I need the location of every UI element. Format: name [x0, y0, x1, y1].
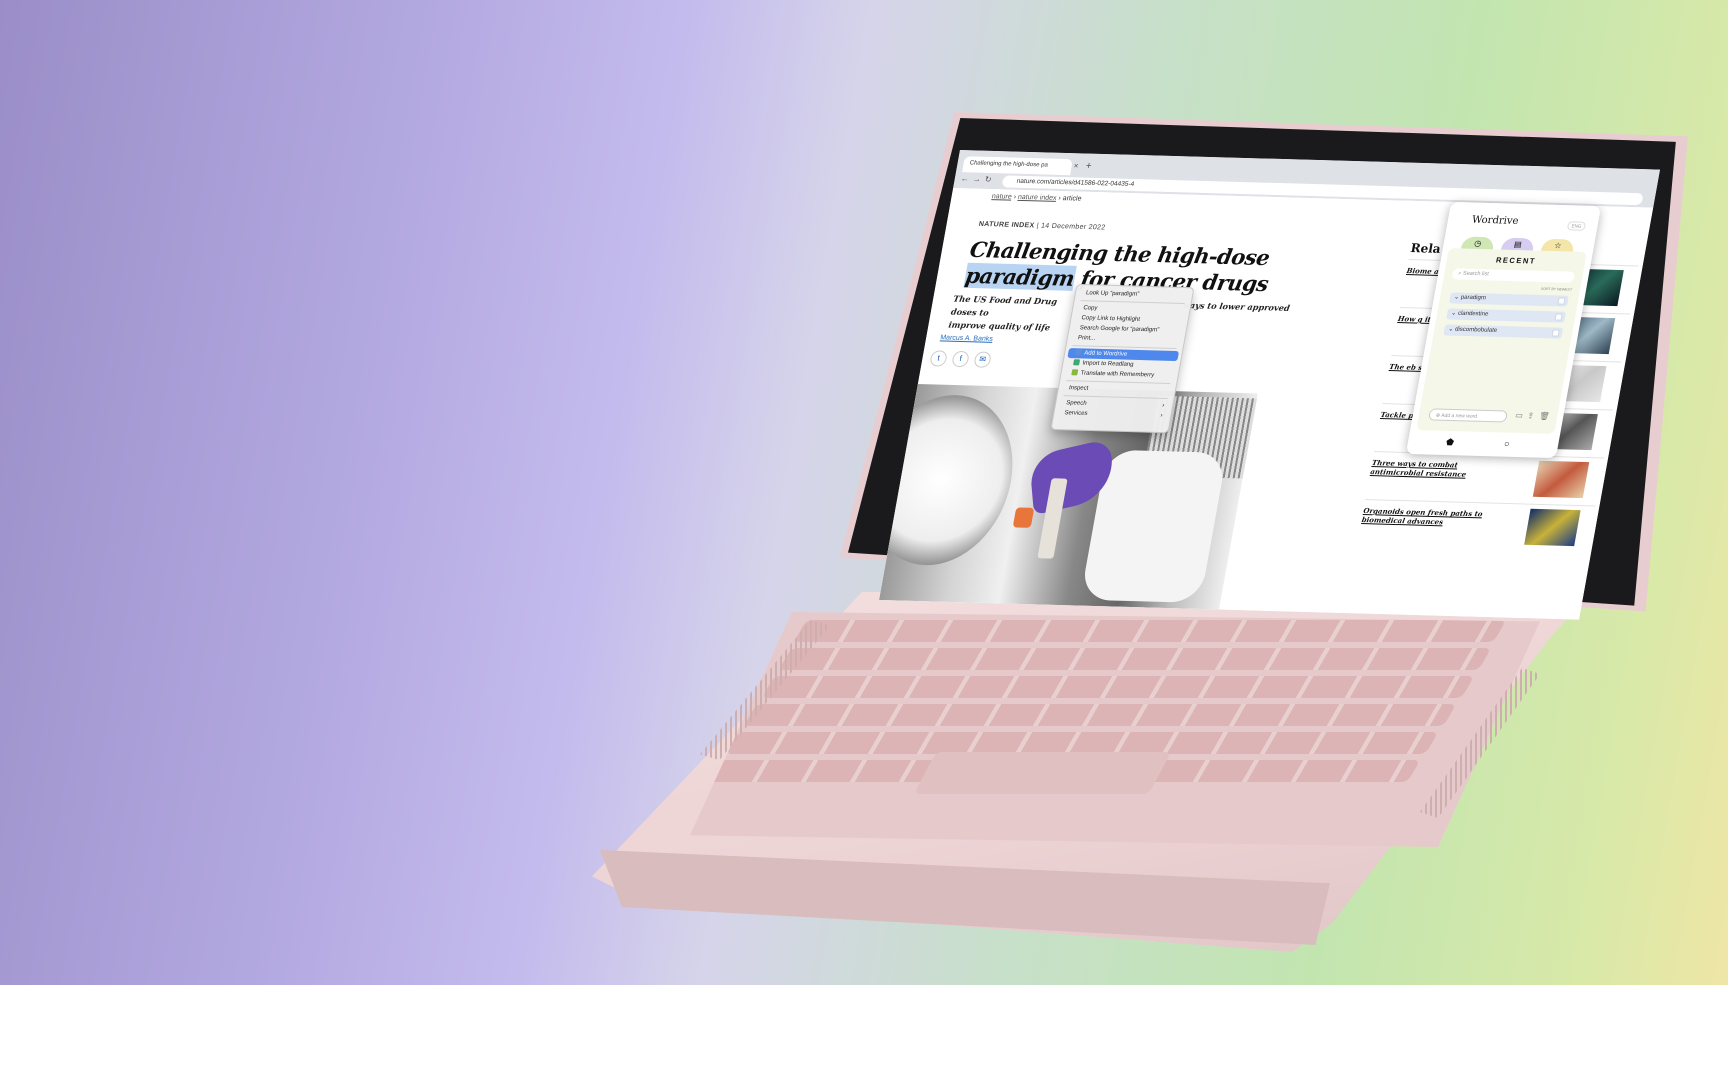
- reload-icon[interactable]: ↻: [984, 175, 992, 184]
- keyboard-row: [743, 704, 1457, 726]
- close-tab-icon[interactable]: ×: [1073, 161, 1079, 170]
- checkbox[interactable]: [1554, 313, 1563, 321]
- word-label: paradigm: [1460, 294, 1487, 302]
- author-link[interactable]: Marcus A. Banks: [940, 334, 994, 342]
- breadcrumb-separator: ›: [1012, 193, 1017, 201]
- add-word-placeholder: Add a new word: [1440, 412, 1478, 420]
- standfirst-text: The US Food and Drug: [952, 293, 1059, 307]
- list-item[interactable]: ⌄ discombobulate: [1443, 324, 1564, 339]
- related-item[interactable]: Three ways to combat antimicrobial resis…: [1365, 451, 1605, 506]
- menu-item-label: Add to Wordrive: [1083, 350, 1128, 358]
- menu-item-label: Translate with Rememberry: [1080, 370, 1155, 379]
- selected-word[interactable]: paradigm: [963, 262, 1077, 291]
- menu-item-label: Services: [1063, 410, 1088, 417]
- keyboard-row: [778, 648, 1492, 670]
- add-word-input[interactable]: ⊕ Add a new word: [1427, 408, 1509, 423]
- twitter-icon[interactable]: t: [929, 350, 948, 367]
- background-gradient: Challenging the high-dose pa × + ← → ↻ n…: [0, 0, 1728, 985]
- menu-item-label: Import to Readlang: [1081, 360, 1134, 368]
- photo-tube-cap: [1012, 507, 1035, 528]
- breadcrumb-separator: ›: [1057, 194, 1062, 203]
- related-thumbnail: [1532, 460, 1590, 499]
- chevron-right-icon: ›: [1161, 402, 1165, 409]
- keyboard-row: [793, 620, 1507, 642]
- menu-item-label: Inspect: [1068, 385, 1089, 392]
- list-item[interactable]: ⌄ clandestine: [1446, 308, 1567, 323]
- wordrive-panel: RECENT ⌕ Search list SORT BY NEWEST ⌄ pa…: [1416, 248, 1587, 434]
- standfirst-text: improve quality of life: [947, 319, 1052, 333]
- word-label: clandestine: [1457, 310, 1489, 318]
- breadcrumb: nature › nature index › article: [991, 193, 1082, 203]
- circle-icon[interactable]: ○: [1503, 439, 1510, 449]
- home-icon[interactable]: ⬟: [1445, 437, 1455, 448]
- wordrive-logo: Wordrive: [1471, 214, 1520, 227]
- article-kicker: NATURE INDEX | 14 December 2022: [978, 220, 1106, 232]
- breadcrumb-link[interactable]: nature: [991, 193, 1012, 201]
- related-item[interactable]: Organoids open fresh paths to biomedical…: [1356, 499, 1596, 554]
- checkbox[interactable]: [1551, 329, 1560, 337]
- keyboard-row: [725, 732, 1439, 754]
- related-thumbnail: [1524, 508, 1581, 547]
- sort-control[interactable]: SORT BY NEWEST: [1541, 287, 1573, 292]
- menu-item-label: Print...: [1077, 335, 1096, 342]
- email-icon[interactable]: ✉: [973, 351, 992, 368]
- word-label: discombobulate: [1454, 326, 1498, 334]
- wordrive-footer: ⬟ ○: [1406, 434, 1559, 456]
- menu-item-label: Search Google for “paradigm”: [1079, 325, 1160, 334]
- browser-tab[interactable]: Challenging the high-dose pa: [962, 156, 1073, 176]
- facebook-icon[interactable]: f: [951, 350, 970, 368]
- language-badge[interactable]: ENG: [1566, 221, 1587, 231]
- search-input[interactable]: ⌕ Search list: [1451, 268, 1576, 283]
- list-item[interactable]: ⌄ paradigm: [1448, 292, 1569, 307]
- tab-title: Challenging the high-dose pa: [969, 160, 1049, 169]
- save-icon[interactable]: ▭: [1514, 411, 1523, 420]
- menu-item[interactable]: Inspect: [1058, 383, 1176, 396]
- checkbox[interactable]: [1557, 297, 1566, 305]
- section-label[interactable]: NATURE INDEX: [978, 221, 1035, 230]
- breadcrumb-current: article: [1062, 195, 1083, 203]
- menu-item[interactable]: Translate with Rememberry: [1061, 368, 1179, 381]
- extension-icon: [1071, 369, 1079, 376]
- trackpad: [913, 752, 1172, 794]
- laptop-screen: Challenging the high-dose pa × + ← → ↻ n…: [879, 150, 1660, 620]
- forward-icon[interactable]: →: [972, 175, 982, 184]
- menu-item-label: Copy: [1082, 305, 1098, 312]
- menu-item[interactable]: Services ›: [1053, 408, 1171, 421]
- menu-item-label: Copy Link to Highlight: [1080, 315, 1141, 323]
- menu-item[interactable]: Look Up “paradigm”: [1075, 288, 1193, 301]
- breadcrumb-link[interactable]: nature index: [1017, 194, 1057, 202]
- section-title: RECENT: [1495, 255, 1537, 266]
- related-item-title[interactable]: Organoids open fresh paths to biomedical…: [1361, 506, 1494, 528]
- related-title: Rela: [1409, 241, 1442, 256]
- trash-icon[interactable]: 🗑: [1538, 411, 1550, 420]
- search-placeholder: Search list: [1462, 270, 1490, 278]
- menu-item[interactable]: Print...: [1067, 333, 1185, 346]
- export-icon[interactable]: ⇪: [1526, 411, 1534, 420]
- article-date: 14 December 2022: [1040, 222, 1106, 232]
- extension-icon: [1074, 349, 1082, 356]
- article-page: nature › nature index › article NATURE I…: [879, 188, 1654, 620]
- related-item-title[interactable]: Three ways to combat antimicrobial resis…: [1370, 458, 1503, 480]
- url-text: nature.com/articles/d41586-022-04435-4: [1016, 177, 1135, 189]
- chevron-right-icon: ›: [1159, 412, 1163, 419]
- back-icon[interactable]: ←: [960, 174, 970, 183]
- new-tab-button[interactable]: +: [1085, 161, 1093, 172]
- menu-item-label: Speech: [1065, 400, 1088, 407]
- keyboard-row: [761, 676, 1475, 698]
- menu-item-label: Look Up “paradigm”: [1085, 290, 1140, 298]
- keyboard: [690, 612, 1540, 847]
- extension-icon: [1072, 359, 1081, 366]
- bottom-strip: [0, 985, 1728, 1067]
